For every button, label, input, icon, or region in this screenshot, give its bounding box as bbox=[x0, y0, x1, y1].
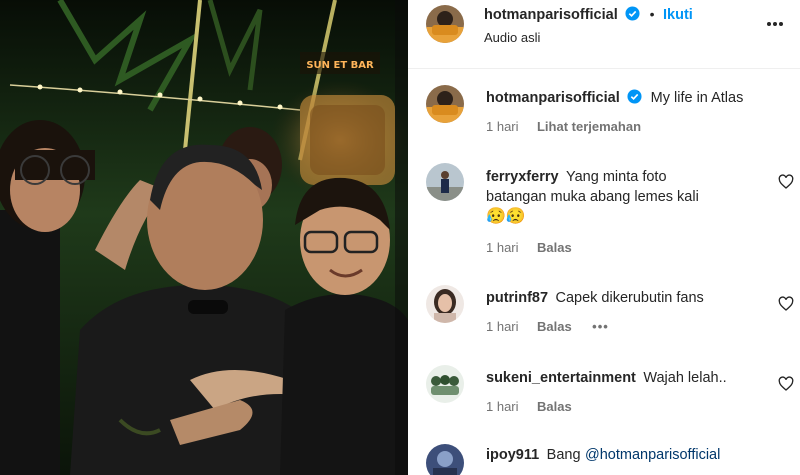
follow-button[interactable]: Ikuti bbox=[663, 7, 693, 23]
comment-time[interactable]: 1 hari bbox=[486, 319, 519, 334]
comment-avatar[interactable] bbox=[426, 365, 464, 403]
comment-body: ipoy911 Bang @hotmanparisofficial bbox=[486, 446, 720, 464]
header-separator: • bbox=[649, 6, 655, 22]
avatar-image bbox=[426, 5, 464, 43]
comment-avatar[interactable] bbox=[426, 444, 464, 475]
verified-badge-icon bbox=[627, 89, 642, 104]
post-details-panel: hotmanparisofficial • Ikuti Audio asli h… bbox=[408, 0, 800, 475]
caption-meta: 1 hari Lihat terjemahan bbox=[486, 118, 641, 136]
bar-sign-text: SUN ET BAR bbox=[306, 60, 374, 71]
more-options-icon[interactable] bbox=[766, 14, 784, 26]
header-divider bbox=[408, 68, 800, 69]
comment-emoji: 😥😥 bbox=[486, 208, 526, 225]
comment-body: sukeni_entertainment Wajah lelah.. bbox=[486, 369, 727, 387]
audio-label[interactable]: Audio asli bbox=[484, 30, 540, 45]
comment-body: putrinf87 Capek dikerubutin fans bbox=[486, 289, 704, 307]
comment-text: Capek dikerubutin fans bbox=[555, 290, 704, 306]
post-header: hotmanparisofficial • Ikuti bbox=[484, 6, 693, 24]
author-avatar[interactable] bbox=[426, 5, 464, 43]
caption-avatar[interactable] bbox=[426, 85, 464, 123]
caption: hotmanparisofficial My life in Atlas bbox=[486, 89, 743, 107]
comment-meta: 1 hari Balas bbox=[486, 239, 572, 257]
like-heart-icon[interactable] bbox=[778, 174, 794, 190]
comment-username[interactable]: sukeni_entertainment bbox=[486, 370, 636, 386]
see-translation-link[interactable]: Lihat terjemahan bbox=[537, 119, 641, 134]
comment-avatar[interactable] bbox=[426, 285, 464, 323]
caption-time[interactable]: 1 hari bbox=[486, 119, 519, 134]
caption-text: My life in Atlas bbox=[650, 90, 744, 106]
comment-more-options[interactable]: ••• bbox=[592, 319, 609, 334]
avatar-image bbox=[426, 285, 464, 323]
reply-button[interactable]: Balas bbox=[537, 240, 572, 255]
avatar-image bbox=[426, 444, 464, 475]
video-frame-illustration: SUN ET BAR bbox=[0, 0, 408, 475]
comment-mention-link[interactable]: @hotmanparisofficial bbox=[585, 447, 720, 463]
reply-button[interactable]: Balas bbox=[537, 319, 572, 334]
reply-button[interactable]: Balas bbox=[537, 399, 572, 414]
avatar-image bbox=[426, 163, 464, 201]
verified-badge-icon bbox=[625, 6, 640, 21]
comment-username[interactable]: ipoy911 bbox=[486, 447, 539, 463]
like-heart-icon[interactable] bbox=[778, 376, 794, 392]
avatar-image bbox=[426, 365, 464, 403]
comment-username[interactable]: ferryxferry bbox=[486, 169, 559, 185]
like-heart-icon[interactable] bbox=[778, 296, 794, 312]
comment-time[interactable]: 1 hari bbox=[486, 399, 519, 414]
post-video[interactable]: SUN ET BAR bbox=[0, 0, 408, 475]
comment-text: Wajah lelah.. bbox=[643, 370, 727, 386]
comment-time[interactable]: 1 hari bbox=[486, 240, 519, 255]
avatar-image bbox=[426, 85, 464, 123]
author-username[interactable]: hotmanparisofficial bbox=[484, 7, 618, 23]
comment-meta: 1 hari Balas bbox=[486, 398, 572, 416]
comment-body: ferryxferry Yang minta foto batangan muk… bbox=[486, 167, 699, 227]
comment-meta: 1 hari Balas ••• bbox=[486, 318, 609, 336]
caption-username[interactable]: hotmanparisofficial bbox=[486, 90, 620, 106]
comment-avatar[interactable] bbox=[426, 163, 464, 201]
comment-username[interactable]: putrinf87 bbox=[486, 290, 548, 306]
comment-text: Bang bbox=[546, 447, 581, 463]
comment-text: Yang minta foto bbox=[566, 169, 667, 185]
comment-text-continued: batangan muka abang lemes kali bbox=[486, 189, 699, 205]
